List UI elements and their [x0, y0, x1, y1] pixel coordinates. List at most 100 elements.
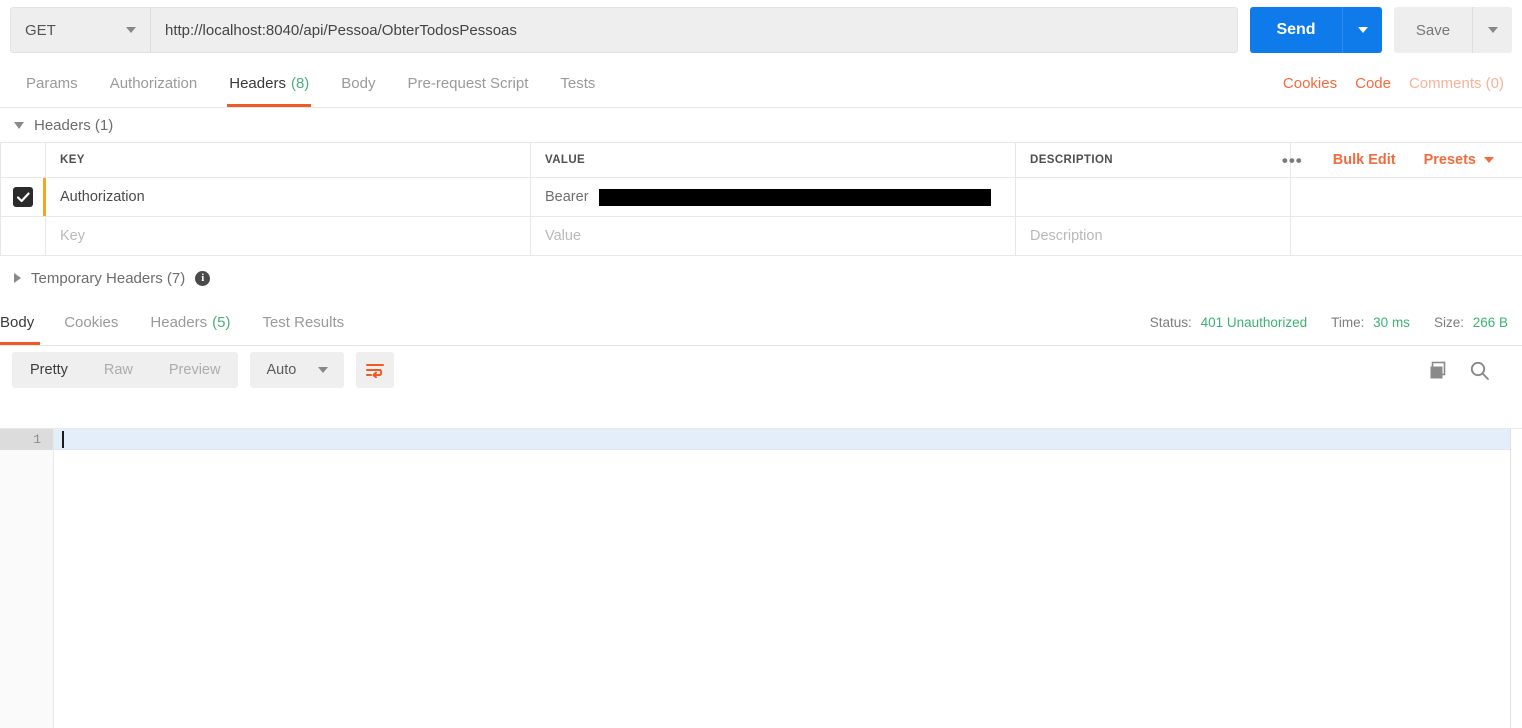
- tab-label: Headers: [150, 314, 208, 331]
- tab-label: Body: [0, 314, 35, 331]
- response-status-bar: Status: 401 Unauthorized Time: 30 ms Siz…: [1150, 300, 1522, 345]
- headers-table-header-row: KEY VALUE DESCRIPTION ••• Bulk Edit Pres…: [0, 142, 1522, 178]
- row-value-cell[interactable]: Bearer: [530, 177, 1016, 217]
- chevron-down-icon: [318, 367, 329, 373]
- tab-body[interactable]: Body: [325, 60, 391, 107]
- row-key-cell[interactable]: Authorization: [45, 177, 531, 217]
- headers-section-header[interactable]: Headers (1): [0, 108, 1522, 142]
- url-input[interactable]: http://localhost:8040/api/Pessoa/ObterTo…: [150, 7, 1238, 53]
- send-button-group: Send: [1250, 7, 1382, 53]
- word-wrap-toggle[interactable]: [356, 352, 395, 388]
- bearer-prefix: Bearer: [545, 189, 589, 205]
- chevron-down-icon: [1484, 157, 1494, 163]
- tab-count: (5): [212, 314, 231, 331]
- http-method-select[interactable]: GET: [10, 7, 150, 53]
- response-tab-test-results[interactable]: Test Results: [246, 300, 360, 345]
- size-group: Size: 266 B: [1434, 315, 1508, 330]
- view-mode-preview[interactable]: Preview: [151, 352, 239, 388]
- response-body-editor[interactable]: 1: [0, 428, 1522, 728]
- tab-label: Authorization: [109, 75, 198, 92]
- response-format-bar: Pretty Raw Preview Auto: [0, 346, 1522, 394]
- chevron-down-icon: [126, 27, 136, 33]
- request-url-bar: GET http://localhost:8040/api/Pessoa/Obt…: [0, 0, 1522, 60]
- row-tools-cell: [1290, 177, 1522, 217]
- header-cell-key: KEY: [45, 142, 531, 178]
- tab-label: Cookies: [64, 314, 119, 331]
- table-row: Authorization Bearer: [0, 177, 1522, 217]
- url-value: http://localhost:8040/api/Pessoa/ObterTo…: [165, 21, 517, 39]
- editor-right-edge: [1510, 429, 1511, 728]
- header-cell-checkbox: [0, 142, 46, 178]
- view-mode-pretty[interactable]: Pretty: [12, 352, 86, 388]
- size-label: Size:: [1433, 315, 1464, 330]
- tab-pre-request-script[interactable]: Pre-request Script: [392, 60, 545, 107]
- triangle-down-icon[interactable]: [14, 121, 24, 129]
- tab-label: Test Results: [262, 314, 345, 331]
- header-cell-value: VALUE: [530, 142, 1016, 178]
- status-group: Status: 401 Unauthorized: [1150, 315, 1307, 330]
- code-link[interactable]: Code: [1355, 75, 1391, 92]
- search-icon[interactable]: [1469, 360, 1490, 381]
- comments-link[interactable]: Comments (0): [1409, 75, 1504, 92]
- tab-params[interactable]: Params: [10, 60, 94, 107]
- tab-label: Tests: [560, 75, 596, 92]
- tab-label: Params: [26, 75, 78, 92]
- placeholder-key-cell[interactable]: Key: [45, 216, 531, 256]
- row-description-cell[interactable]: [1015, 177, 1291, 217]
- table-row-placeholder: Key Value Description: [0, 216, 1522, 256]
- send-options-button[interactable]: [1342, 7, 1382, 53]
- language-value: Auto: [266, 362, 297, 378]
- bulk-edit-button[interactable]: Bulk Edit: [1319, 152, 1410, 168]
- more-options-icon[interactable]: •••: [1266, 152, 1319, 169]
- time-value: 30 ms: [1373, 315, 1410, 330]
- size-value: 266 B: [1472, 315, 1508, 330]
- headers-table: KEY VALUE DESCRIPTION ••• Bulk Edit Pres…: [0, 142, 1522, 256]
- temporary-headers-section[interactable]: Temporary Headers (7) i: [0, 256, 1522, 300]
- line-number: 1: [0, 429, 53, 450]
- tab-tests[interactable]: Tests: [544, 60, 611, 107]
- save-button-group: Save: [1394, 7, 1512, 53]
- editor-code-area[interactable]: [54, 429, 1522, 728]
- placeholder-description-text: Description: [1030, 228, 1103, 244]
- tab-label: Pre-request Script: [407, 75, 529, 92]
- response-tab-headers[interactable]: Headers (5): [134, 300, 246, 345]
- chevron-down-icon: [1357, 27, 1368, 33]
- header-description-value: [1016, 178, 1290, 216]
- send-button[interactable]: Send: [1250, 7, 1342, 53]
- active-line-highlight: [54, 429, 1510, 450]
- tab-authorization[interactable]: Authorization: [94, 60, 214, 107]
- save-button[interactable]: Save: [1394, 7, 1472, 53]
- placeholder-value-cell[interactable]: Value: [530, 216, 1016, 256]
- header-key-value: Authorization: [60, 189, 145, 205]
- tab-label: Body: [341, 75, 376, 92]
- view-mode-raw[interactable]: Raw: [86, 352, 151, 388]
- response-actions: [1428, 360, 1510, 381]
- response-tab-body[interactable]: Body: [0, 300, 48, 345]
- placeholder-tools-cell: [1290, 216, 1522, 256]
- view-mode-group: Pretty Raw Preview: [12, 352, 239, 388]
- placeholder-description-cell[interactable]: Description: [1015, 216, 1291, 256]
- language-select[interactable]: Auto: [250, 352, 345, 388]
- header-cell-description: DESCRIPTION: [1015, 142, 1291, 178]
- request-tab-actions: Cookies Code Comments (0): [1283, 60, 1512, 107]
- time-group: Time: 30 ms: [1331, 315, 1410, 330]
- copy-icon[interactable]: [1428, 360, 1449, 381]
- tab-count: (8): [290, 75, 310, 92]
- redacted-token-bar: [598, 188, 991, 206]
- tab-headers[interactable]: Headers (8): [213, 60, 325, 107]
- tab-label: Headers: [229, 75, 286, 92]
- header-enabled-checkbox[interactable]: [13, 187, 33, 207]
- info-icon[interactable]: i: [195, 270, 211, 286]
- triangle-right-icon[interactable]: [14, 273, 21, 283]
- chevron-down-icon: [1487, 27, 1498, 33]
- row-checkbox-cell: [0, 177, 46, 217]
- cookies-link[interactable]: Cookies: [1283, 75, 1337, 92]
- response-tab-cookies[interactable]: Cookies: [48, 300, 134, 345]
- save-options-button[interactable]: [1472, 7, 1512, 53]
- presets-button[interactable]: Presets: [1410, 152, 1508, 168]
- header-cell-tools: ••• Bulk Edit Presets: [1282, 142, 1522, 178]
- placeholder-checkbox-cell: [0, 216, 46, 256]
- response-tab-bar: Body Cookies Headers (5) Test Results St…: [0, 300, 1522, 346]
- request-tab-bar: Params Authorization Headers (8) Body Pr…: [0, 60, 1522, 108]
- placeholder-value-text: Value: [545, 228, 582, 244]
